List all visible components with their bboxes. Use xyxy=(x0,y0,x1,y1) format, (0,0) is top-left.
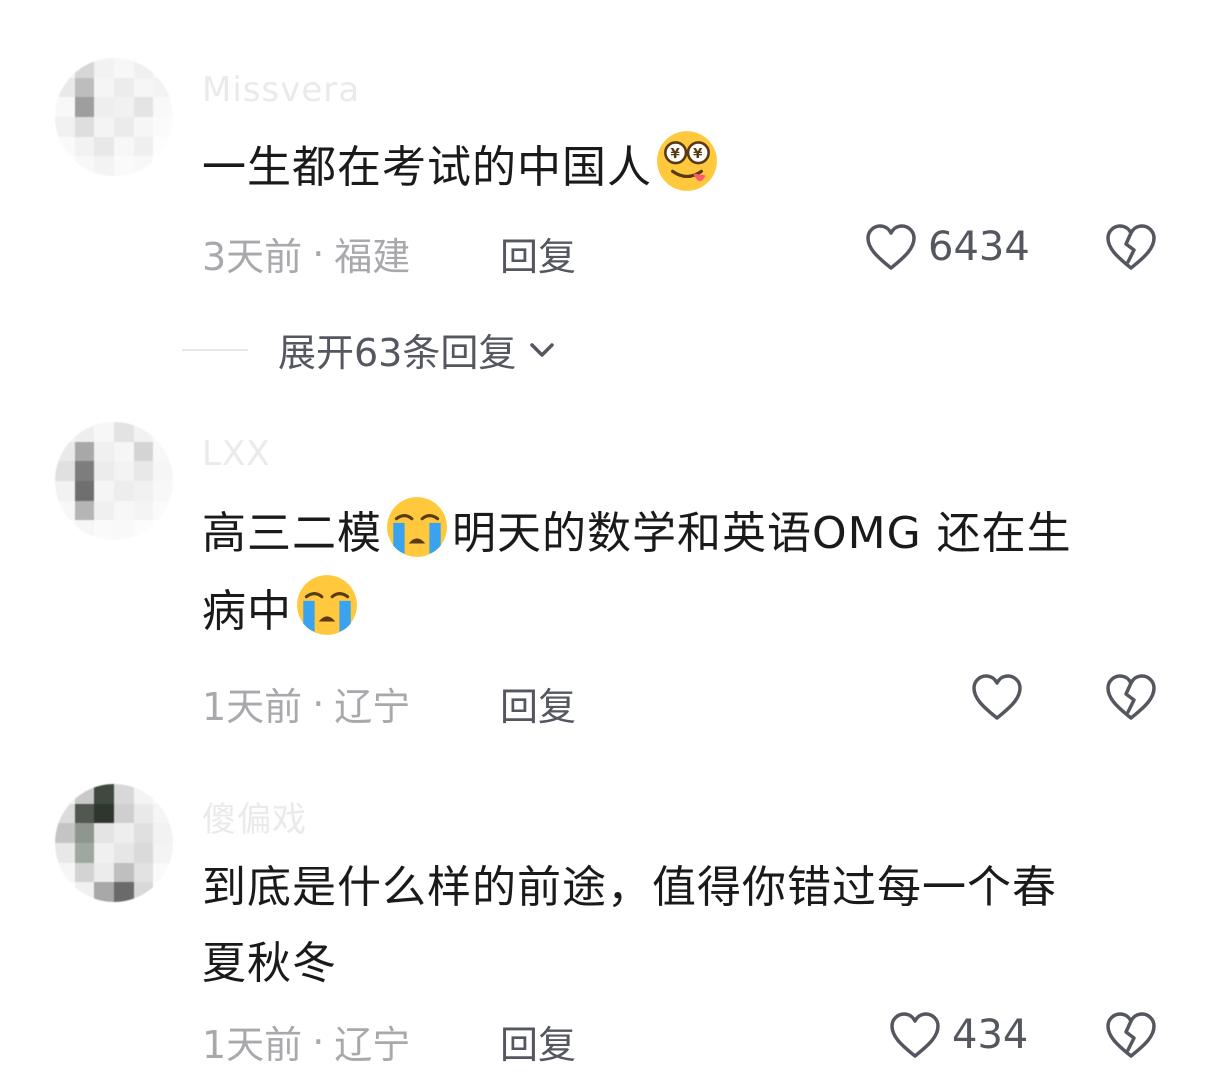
broken-heart-icon xyxy=(1106,674,1156,720)
separator-dot: · xyxy=(312,231,325,276)
broken-heart-icon xyxy=(1106,1012,1156,1058)
comment-meta: 1天前 · 辽宁 xyxy=(202,1014,410,1069)
username[interactable]: 傻偏戏 xyxy=(202,792,307,841)
location: 辽宁 xyxy=(334,1023,411,1067)
reply-button[interactable]: 回复 xyxy=(500,676,576,731)
expand-replies-button[interactable]: 展开63条回复 xyxy=(182,322,560,377)
comment-text-line: 夏秋冬 xyxy=(202,938,337,989)
comment-text-part: 高三二模 xyxy=(202,508,382,559)
chevron-down-icon xyxy=(530,342,555,357)
comment-text: 高三二模 明天的数学和英语OMG 还在生 病中 xyxy=(202,494,1162,650)
svg-text:¥: ¥ xyxy=(693,147,703,162)
comment-text: 一生都在考试的中国人 ¥ ¥ xyxy=(202,128,1162,206)
comment-text-line: 到底是什么样的前途，值得你错过每一个春 xyxy=(202,862,1057,913)
like-button[interactable]: 6434 xyxy=(864,222,1030,272)
like-button[interactable] xyxy=(970,672,1024,722)
comment-text-part: 一生都在考试的中国人 xyxy=(202,142,652,193)
location: 辽宁 xyxy=(334,685,411,729)
divider xyxy=(182,348,248,351)
avatar[interactable] xyxy=(55,422,173,540)
separator-dot: · xyxy=(312,1019,325,1064)
username[interactable]: LXX xyxy=(202,434,271,474)
heart-outline-icon xyxy=(866,224,916,270)
like-count: 434 xyxy=(952,1012,1029,1058)
separator-dot: · xyxy=(312,681,325,726)
avatar[interactable] xyxy=(55,58,173,176)
avatar[interactable] xyxy=(55,784,173,902)
timestamp: 1天前 xyxy=(202,1023,303,1067)
dislike-button[interactable] xyxy=(1104,222,1158,276)
timestamp: 3天前 xyxy=(202,235,303,279)
loudly-crying-face-emoji xyxy=(387,497,447,557)
comment-meta: 1天前 · 辽宁 xyxy=(202,676,410,731)
location: 福建 xyxy=(334,235,411,279)
comment-meta: 3天前 · 福建 xyxy=(202,226,410,281)
broken-heart-icon xyxy=(1106,224,1156,270)
username[interactable]: Missvera xyxy=(202,70,360,110)
heart-outline-icon xyxy=(890,1012,940,1058)
dislike-button[interactable] xyxy=(1104,1010,1158,1064)
comment-text-line: 高三二模 明天的数学和英语OMG 还在生 xyxy=(202,494,1162,572)
dislike-button[interactable] xyxy=(1104,672,1158,726)
heart-outline-icon xyxy=(972,674,1022,720)
like-button[interactable]: 434 xyxy=(888,1010,1028,1060)
loudly-crying-face-emoji xyxy=(297,575,357,635)
expand-replies-label: 展开63条回复 xyxy=(278,331,517,375)
comment-text-part: 明天的数学和英语OMG 还在生 xyxy=(452,508,1072,559)
svg-text:¥: ¥ xyxy=(670,147,680,162)
comment-text-line: 病中 xyxy=(202,572,1162,650)
comment-text: 到底是什么样的前途，值得你错过每一个春 夏秋冬 xyxy=(202,850,1162,1002)
timestamp: 1天前 xyxy=(202,685,303,729)
comment-text-part: 病中 xyxy=(202,586,292,637)
drooling-money-face-emoji: ¥ ¥ xyxy=(657,131,717,191)
like-count: 6434 xyxy=(928,224,1030,270)
reply-button[interactable]: 回复 xyxy=(500,226,576,281)
reply-button[interactable]: 回复 xyxy=(500,1014,576,1069)
